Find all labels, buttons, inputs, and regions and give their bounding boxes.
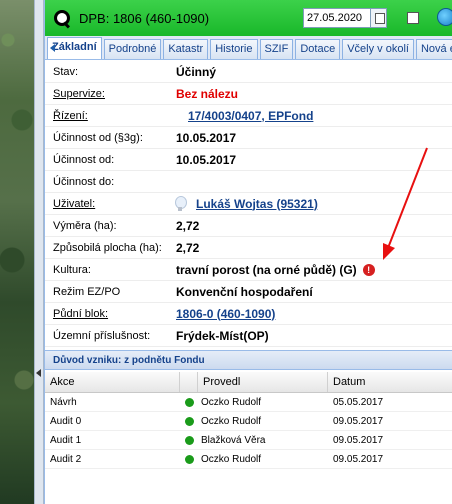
cell-datum: 09.05.2017 bbox=[333, 434, 384, 446]
prop-row-rezim: Režim EZ/PO Konvenční hospodaření bbox=[45, 281, 452, 303]
col-header-provedl[interactable]: Provedl bbox=[198, 372, 328, 392]
status-dot-icon bbox=[185, 454, 194, 464]
kultura-value: travní porost (na orné půdě) (G) ! bbox=[176, 263, 375, 277]
prop-value: Frýdek-Míst(OP) bbox=[176, 328, 269, 343]
tab-szif[interactable]: SZIF bbox=[259, 39, 294, 59]
cell-provedl-text: Oczko Rudolf bbox=[201, 453, 262, 465]
table-row[interactable]: Návrh Oczko Rudolf 05.05.2017 bbox=[45, 393, 452, 412]
cell-provedl-text: Oczko Rudolf bbox=[201, 415, 262, 427]
cell-provedl-text: Oczko Rudolf bbox=[201, 396, 262, 408]
cell-datum: 09.05.2017 bbox=[333, 415, 384, 427]
prop-value: 10.05.2017 bbox=[176, 130, 237, 145]
tab-zakladni[interactable]: Základní bbox=[47, 37, 102, 59]
pudni-blok-link[interactable]: Půdní blok: bbox=[45, 308, 176, 320]
status-dot-icon bbox=[185, 397, 194, 407]
uzivatel-value-link[interactable]: Lukáš Wojtas (95321) bbox=[196, 197, 318, 211]
prop-label: Účinnost do: bbox=[53, 175, 115, 188]
prop-value: Konvenční hospodaření bbox=[176, 284, 313, 299]
prop-label: Účinnost od (§3g): bbox=[53, 131, 143, 144]
panel-title: DPB: 1806 (460-1090) bbox=[79, 10, 210, 26]
search-icon[interactable] bbox=[53, 9, 71, 27]
history-grid: Akce Provedl Datum Návrh Oczko Rudolf 05… bbox=[45, 372, 452, 469]
calendar-icon[interactable] bbox=[370, 9, 386, 27]
cell-provedl: Blažková Věra bbox=[180, 435, 328, 446]
table-row[interactable]: Audit 0 Oczko Rudolf 09.05.2017 bbox=[45, 412, 452, 431]
prop-label: Způsobilá plocha (ha): bbox=[53, 241, 162, 254]
cell-provedl-text: Blažková Věra bbox=[201, 434, 266, 446]
prop-row-uzemni: Územní příslušnost: Frýdek-Míst(OP) bbox=[45, 325, 452, 347]
date-field[interactable]: 27.05.2020 bbox=[303, 8, 387, 28]
cell-akce: Audit 0 bbox=[50, 415, 82, 427]
tab-dotace[interactable]: Dotace bbox=[295, 39, 341, 59]
panel-splitter[interactable] bbox=[34, 0, 44, 504]
prop-row-supervize: Supervize: Bez nálezu bbox=[45, 83, 452, 105]
collapse-arrow-icon[interactable] bbox=[35, 368, 43, 378]
prop-row-rizeni: Řízení: 17/4003/0407, EPFond bbox=[45, 105, 452, 127]
tab-nova-era[interactable]: Nová er bbox=[415, 39, 452, 59]
rizeni-value-link[interactable]: 17/4003/0407, EPFond bbox=[188, 109, 313, 123]
uzivatel-value: Lukáš Wojtas (95321) bbox=[174, 195, 318, 213]
tab-bar: Základní Podrobné Katastr Historie SZIF … bbox=[45, 36, 452, 60]
table-row[interactable]: Audit 2 Oczko Rudolf 09.05.2017 bbox=[45, 450, 452, 469]
properties-list: Stav: Účinný Supervize: Bez nálezu Řízen… bbox=[45, 61, 452, 347]
prop-value: 10.05.2017 bbox=[176, 152, 237, 167]
cell-datum: 09.05.2017 bbox=[333, 453, 384, 465]
prop-row-ucinnost-od: Účinnost od: 10.05.2017 bbox=[45, 149, 452, 171]
prop-label: Stav: bbox=[53, 65, 79, 78]
prop-row-zpusobila: Způsobilá plocha (ha): 2,72 bbox=[45, 237, 452, 259]
tab-vcely[interactable]: Včely v okolí bbox=[342, 39, 414, 59]
supervize-link[interactable]: Supervize: bbox=[45, 88, 176, 100]
map-view[interactable] bbox=[0, 0, 34, 504]
uzivatel-link[interactable]: Uživatel: bbox=[45, 198, 176, 210]
prop-row-uzivatel: Uživatel: Lukáš Wojtas (95321) bbox=[45, 193, 452, 215]
prop-row-vymera: Výměra (ha): 2,72 bbox=[45, 215, 452, 237]
status-dot-icon bbox=[185, 416, 194, 426]
cell-akce: Audit 2 bbox=[50, 453, 82, 465]
tab-katastr[interactable]: Katastr bbox=[163, 39, 209, 59]
prop-row-pudni-blok: Půdní blok: 1806-0 (460-1090) bbox=[45, 303, 452, 325]
prop-row-ucinnost-3g: Účinnost od (§3g): 10.05.2017 bbox=[45, 127, 452, 149]
cell-provedl: Oczko Rudolf bbox=[180, 397, 328, 408]
section-header[interactable]: Důvod vzniku: z podnětu Fondu bbox=[45, 350, 452, 370]
cell-akce: Návrh bbox=[50, 396, 77, 408]
cell-akce: Audit 1 bbox=[50, 434, 82, 446]
tab-historie[interactable]: Historie bbox=[210, 39, 258, 59]
prop-label: Územní příslušnost: bbox=[53, 329, 151, 342]
pudni-blok-value-link[interactable]: 1806-0 (460-1090) bbox=[176, 307, 275, 321]
table-row[interactable]: Audit 1 Blažková Věra 09.05.2017 bbox=[45, 431, 452, 450]
warning-icon[interactable]: ! bbox=[362, 263, 375, 276]
prop-value: Bez nálezu bbox=[176, 86, 239, 101]
cell-provedl: Oczko Rudolf bbox=[180, 416, 328, 427]
refresh-icon[interactable] bbox=[437, 8, 452, 26]
grid-header: Akce Provedl Datum bbox=[45, 372, 452, 393]
status-dot-icon bbox=[185, 435, 194, 445]
col-header-datum[interactable]: Datum bbox=[328, 372, 452, 392]
prop-label: Účinnost od: bbox=[53, 153, 115, 166]
prop-value: 2,72 bbox=[176, 240, 200, 255]
lightbulb-icon[interactable] bbox=[174, 195, 187, 213]
date-field-value: 27.05.2020 bbox=[307, 12, 363, 24]
cell-datum: 05.05.2017 bbox=[333, 396, 384, 408]
prop-row-stav: Stav: Účinný bbox=[45, 61, 452, 83]
prop-label: Kultura: bbox=[53, 263, 91, 276]
col-header-status[interactable] bbox=[180, 372, 198, 392]
col-header-akce[interactable]: Akce bbox=[45, 372, 180, 392]
rizeni-link[interactable]: Řízení: bbox=[45, 110, 176, 122]
prop-value: travní porost (na orné půdě) (G) bbox=[176, 262, 357, 277]
prop-label: Režim EZ/PO bbox=[53, 285, 121, 298]
prop-label: Výměra (ha): bbox=[53, 219, 117, 232]
prop-value: 2,72 bbox=[176, 218, 200, 233]
prop-row-ucinnost-do: Účinnost do: bbox=[45, 171, 452, 193]
tab-podrobne[interactable]: Podrobné bbox=[103, 39, 162, 59]
prop-value: Účinný bbox=[176, 64, 217, 79]
date-checkbox[interactable] bbox=[407, 12, 419, 24]
panel-header: DPB: 1806 (460-1090) 27.05.2020 bbox=[45, 0, 452, 36]
prop-row-kultura: Kultura: travní porost (na orné půdě) (G… bbox=[45, 259, 452, 281]
cell-provedl: Oczko Rudolf bbox=[180, 454, 328, 465]
detail-panel: DPB: 1806 (460-1090) 27.05.2020 Základní… bbox=[44, 0, 452, 504]
